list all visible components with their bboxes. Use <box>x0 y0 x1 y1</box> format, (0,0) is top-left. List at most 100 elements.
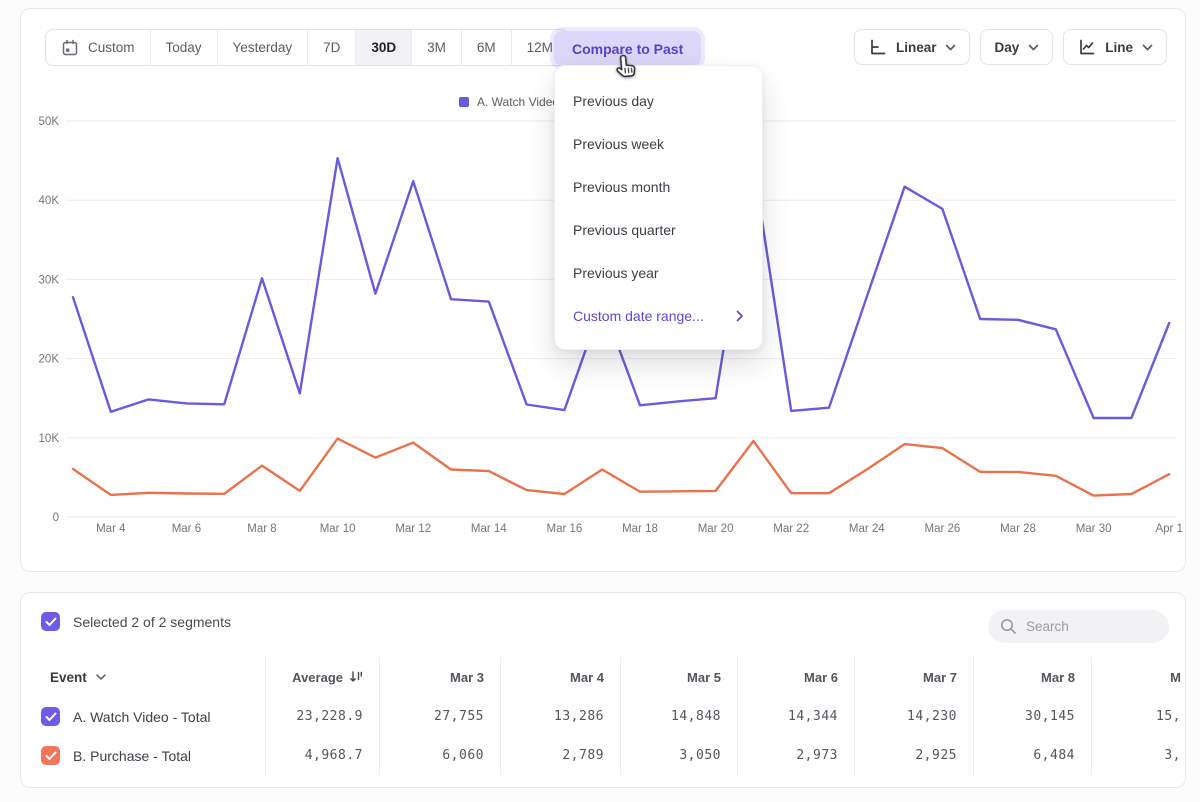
table-row-watch-video[interactable]: A. Watch Video - Total <box>21 697 265 736</box>
range-7d-button[interactable]: 7D <box>307 30 355 65</box>
menu-item-previous-month[interactable]: Previous month <box>555 165 762 208</box>
segments-search-box[interactable] <box>988 610 1169 643</box>
check-icon <box>45 751 57 761</box>
column-header-mar7[interactable]: Mar 7 <box>854 657 973 697</box>
cell-mar3: 27,755 <box>379 697 500 736</box>
row-checkbox-purchase[interactable] <box>41 746 60 765</box>
x-axis-label: Mar 24 <box>849 523 885 535</box>
column-header-event[interactable]: Event <box>21 657 265 697</box>
cell-mar3: 6,060 <box>379 736 500 775</box>
custom-date-range-label: Custom date range... <box>573 308 704 324</box>
search-input[interactable] <box>1026 619 1156 634</box>
cell-mar5: 14,848 <box>620 697 737 736</box>
range-label: 7D <box>323 40 340 55</box>
range-yesterday-button[interactable]: Yesterday <box>217 30 308 65</box>
y-axis-label: 50K <box>39 116 60 128</box>
x-axis-label: Mar 20 <box>698 523 734 535</box>
selected-segments-label: Selected 2 of 2 segments <box>73 614 231 630</box>
check-icon <box>45 617 57 627</box>
column-header-mar3[interactable]: Mar 3 <box>379 657 500 697</box>
analytics-page: Custom Today Yesterday 7D 30D 3M 6M 12M … <box>0 0 1200 802</box>
range-label: Yesterday <box>233 40 293 55</box>
chevron-down-icon <box>1028 44 1039 51</box>
column-header-average[interactable]: Average <box>265 657 379 697</box>
segments-card: Selected 2 of 2 segments Event Average M… <box>20 592 1186 788</box>
range-label: Custom <box>88 40 135 55</box>
row-label: B. Purchase - Total <box>73 748 191 764</box>
header-label: Mar 6 <box>804 670 838 685</box>
legend-label: A. Watch Video <box>477 95 559 109</box>
cell-mar4: 2,789 <box>500 736 620 775</box>
chart-type-label: Line <box>1105 40 1133 55</box>
range-30d-button[interactable]: 30D <box>355 30 411 65</box>
cell-mar6: 2,973 <box>737 736 854 775</box>
table-row-purchase[interactable]: B. Purchase - Total <box>21 736 265 775</box>
cell-mar7: 2,925 <box>854 736 973 775</box>
x-axis-label: Mar 14 <box>471 523 507 535</box>
x-axis-label: Mar 26 <box>925 523 961 535</box>
menu-item-previous-week[interactable]: Previous week <box>555 122 762 165</box>
header-label: Mar 5 <box>687 670 721 685</box>
interval-dropdown-button[interactable]: Day <box>980 29 1053 65</box>
legend-item-watch-video[interactable]: A. Watch Video <box>459 95 559 109</box>
range-label: Today <box>166 40 202 55</box>
scale-dropdown-button[interactable]: Linear <box>854 29 971 65</box>
select-all-checkbox[interactable] <box>41 612 60 631</box>
check-icon <box>45 712 57 722</box>
search-icon <box>1000 618 1017 635</box>
chart-display-controls: Linear Day Line <box>854 29 1167 65</box>
column-header-mar5[interactable]: Mar 5 <box>620 657 737 697</box>
x-axis-label: Mar 8 <box>247 523 276 535</box>
header-label: Event <box>50 670 87 685</box>
menu-item-previous-year[interactable]: Previous year <box>555 251 762 294</box>
header-label: Mar 8 <box>1041 670 1075 685</box>
range-label: 3M <box>427 40 446 55</box>
cell-mar8: 30,145 <box>973 697 1091 736</box>
range-label: 30D <box>371 40 396 55</box>
compare-to-past-button[interactable]: Compare to Past <box>554 31 701 66</box>
column-header-mar6[interactable]: Mar 6 <box>737 657 854 697</box>
header-label: Mar 4 <box>570 670 604 685</box>
range-3m-button[interactable]: 3M <box>411 30 461 65</box>
x-axis-label: Mar 28 <box>1000 523 1036 535</box>
y-axis-label: 10K <box>39 433 60 445</box>
chevron-right-icon <box>736 310 744 322</box>
x-axis-label: Mar 6 <box>172 523 201 535</box>
range-today-button[interactable]: Today <box>150 30 217 65</box>
chart-toolbar: Custom Today Yesterday 7D 30D 3M 6M 12M … <box>21 9 1185 73</box>
segments-table: Event Average Mar 3 Mar 4 Mar 5 Mar 6 Ma… <box>21 657 1186 775</box>
range-label: 6M <box>477 40 496 55</box>
x-axis-label: Mar 12 <box>395 523 431 535</box>
column-header-mar4[interactable]: Mar 4 <box>500 657 620 697</box>
series-line-b-purchase <box>73 439 1169 496</box>
header-label: Average <box>292 670 343 685</box>
scale-label: Linear <box>896 40 937 55</box>
header-label: Mar 3 <box>450 670 484 685</box>
x-axis-label: Mar 30 <box>1076 523 1112 535</box>
header-label: Mar 7 <box>923 670 957 685</box>
menu-item-previous-quarter[interactable]: Previous quarter <box>555 208 762 251</box>
chart-type-dropdown-button[interactable]: Line <box>1063 29 1167 65</box>
cell-mar6: 14,344 <box>737 697 854 736</box>
column-header-mar9-partial[interactable]: M <box>1091 657 1186 697</box>
cell-mar9-partial: 15, <box>1091 697 1186 736</box>
x-axis-label: Mar 4 <box>96 523 126 535</box>
range-6m-button[interactable]: 6M <box>461 30 511 65</box>
cell-average: 23,228.9 <box>265 697 379 736</box>
range-custom-button[interactable]: Custom <box>46 30 150 65</box>
chevron-down-icon <box>1142 44 1153 51</box>
menu-item-previous-day[interactable]: Previous day <box>555 79 762 122</box>
y-axis-label: 20K <box>39 354 60 366</box>
header-label: M <box>1170 670 1181 685</box>
cell-average: 4,968.7 <box>265 736 379 775</box>
row-checkbox-watch-video[interactable] <box>41 707 60 726</box>
x-axis-label: Mar 18 <box>622 523 658 535</box>
column-header-mar8[interactable]: Mar 8 <box>973 657 1091 697</box>
cell-mar5: 3,050 <box>620 736 737 775</box>
menu-item-custom-date-range[interactable]: Custom date range... <box>555 294 762 337</box>
x-axis-label: Mar 22 <box>773 523 809 535</box>
chart-card: Custom Today Yesterday 7D 30D 3M 6M 12M … <box>20 8 1186 572</box>
cell-mar4: 13,286 <box>500 697 620 736</box>
linear-axis-icon <box>868 38 887 56</box>
chevron-down-icon <box>945 44 956 51</box>
